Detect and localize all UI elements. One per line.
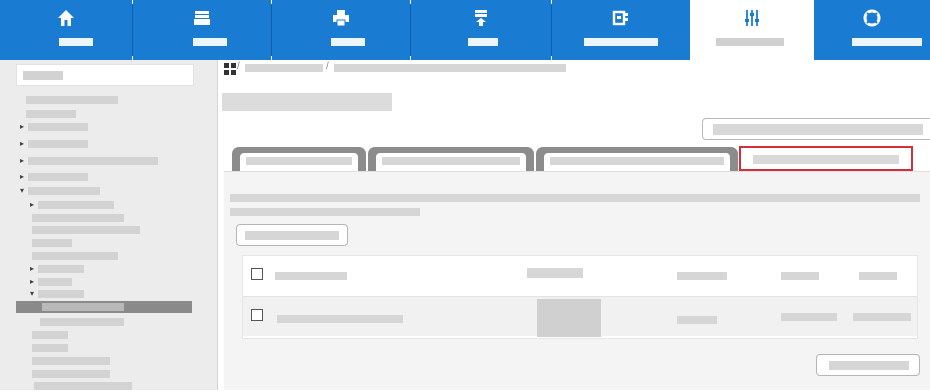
caret-down-icon[interactable]: ▾	[20, 186, 24, 196]
sliders-icon	[745, 10, 759, 26]
toolbar-tray-button[interactable]	[133, 0, 271, 60]
panel-submit-button[interactable]	[816, 354, 920, 376]
data-table	[242, 255, 918, 339]
toolbar-tray-label	[193, 38, 227, 46]
home-icon	[58, 10, 74, 26]
sidebar-navigation: ▸ ▸ ▸ ▸ ▾ ▸ ▸ ▸ ▾	[0, 60, 218, 390]
page-action-button[interactable]	[702, 118, 930, 140]
tab-panel	[224, 171, 930, 390]
panel-action-button[interactable]	[236, 224, 348, 246]
caret-right-icon[interactable]: ▸	[20, 172, 24, 182]
top-toolbar	[0, 0, 930, 60]
machine-icon	[612, 10, 628, 26]
toolbar-print-button[interactable]	[272, 0, 410, 60]
breadcrumb-separator: /	[326, 61, 329, 72]
toolbar-download-button[interactable]	[411, 0, 551, 60]
row-checkbox[interactable]	[251, 268, 263, 280]
caret-right-icon[interactable]: ▸	[20, 122, 24, 132]
toolbar-home-button[interactable]	[0, 0, 132, 60]
caret-right-icon[interactable]: ▸	[30, 200, 34, 210]
table-cell	[275, 272, 347, 280]
table-cell	[781, 313, 837, 321]
panel-submit-label	[829, 361, 909, 370]
table-row[interactable]	[243, 296, 917, 337]
table-cell	[853, 313, 911, 321]
row-checkbox[interactable]	[251, 309, 263, 321]
sidebar-search-input[interactable]	[16, 64, 194, 86]
tab-label	[246, 157, 352, 165]
tab-2[interactable]	[368, 147, 534, 171]
download-icon	[475, 10, 487, 26]
toolbar-home-label	[59, 38, 93, 46]
page-title	[222, 93, 392, 111]
tab-3[interactable]	[536, 147, 738, 171]
sitemap-icon	[224, 63, 236, 75]
breadcrumb-separator: /	[237, 61, 240, 72]
table-row[interactable]	[243, 256, 917, 296]
tree-item-selected[interactable]	[16, 301, 192, 313]
tab-label	[550, 157, 724, 165]
caret-right-icon[interactable]: ▸	[30, 277, 34, 287]
page-action-label	[713, 124, 923, 135]
breadcrumb-link[interactable]	[245, 64, 323, 72]
table-cell	[527, 268, 583, 278]
toolbar-settings-label	[716, 38, 784, 46]
printer-icon	[333, 10, 349, 27]
panel-action-label	[245, 231, 339, 240]
toolbar-download-label	[468, 38, 498, 46]
toolbar-settings-button[interactable]	[690, 0, 814, 60]
table-cell	[781, 272, 819, 280]
tab-label	[753, 155, 899, 164]
breadcrumb-current	[334, 64, 566, 72]
toolbar-device-label	[584, 38, 658, 46]
table-cell	[277, 315, 403, 323]
tab-label	[382, 157, 520, 165]
lifebuoy-icon	[863, 9, 881, 27]
caret-down-icon[interactable]: ▾	[30, 289, 34, 299]
tab-4-active[interactable]	[739, 146, 913, 171]
toolbar-print-label	[331, 38, 365, 46]
tab-1[interactable]	[232, 147, 366, 171]
sidebar-search-placeholder	[23, 71, 63, 80]
caret-right-icon[interactable]: ▸	[20, 156, 24, 166]
table-cell	[677, 272, 727, 280]
table-cell	[677, 316, 717, 324]
toolbar-support-label	[852, 38, 922, 46]
main-content: / /	[218, 60, 930, 390]
toolbar-device-button[interactable]	[552, 0, 690, 60]
tray-icon	[194, 11, 210, 25]
table-cell	[859, 272, 897, 280]
toolbar-support-button[interactable]	[814, 0, 930, 60]
thumbnail-image	[537, 299, 601, 337]
caret-right-icon[interactable]: ▸	[30, 264, 34, 274]
caret-right-icon[interactable]: ▸	[20, 139, 24, 149]
